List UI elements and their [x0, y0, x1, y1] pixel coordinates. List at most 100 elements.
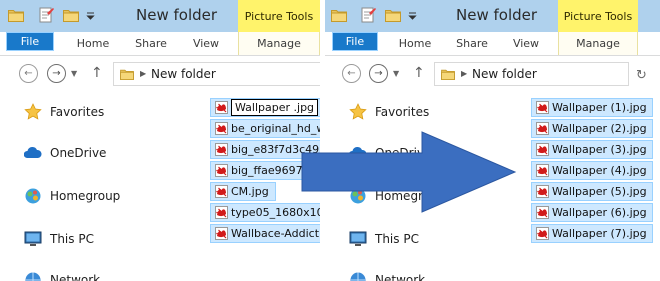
file-name: Wallpaper (1).jpg [552, 101, 647, 114]
recent-locations-icon[interactable]: ▼ [393, 69, 399, 78]
ribbon-tabs: File Home Share View Manage [325, 32, 660, 56]
breadcrumb-chevron-icon[interactable]: ▶ [140, 69, 146, 78]
tab-share[interactable]: Share [126, 32, 176, 55]
nav-label: Favorites [50, 105, 105, 119]
file-item[interactable]: Wallpaper (6).jpg [531, 203, 653, 222]
image-file-icon [536, 164, 549, 177]
navigation-pane: Favorites OneDrive Homegroup This PC Net… [325, 92, 530, 281]
window-title: New folder [456, 6, 538, 24]
file-name: Wallpaper (3).jpg [552, 143, 647, 156]
navigation-pane: Favorites OneDrive Homegroup This PC Net… [0, 92, 205, 281]
image-file-icon [536, 227, 549, 240]
window-title: New folder [136, 6, 218, 24]
address-bar[interactable]: ▶ New folder [113, 62, 320, 86]
tab-home[interactable]: Home [390, 32, 440, 55]
nav-item-onedrive[interactable]: OneDrive [24, 143, 106, 163]
recent-locations-icon[interactable]: ▼ [71, 69, 77, 78]
properties-icon[interactable] [360, 7, 376, 23]
nav-label: Network [50, 273, 101, 281]
image-file-icon [536, 101, 549, 114]
address-bar[interactable]: ▶ New folder [434, 62, 629, 86]
tab-manage[interactable]: Manage [238, 32, 320, 55]
tab-manage[interactable]: Manage [558, 32, 638, 55]
file-item[interactable]: CM.jpg [210, 182, 276, 201]
picture-tools-tab: Picture Tools [558, 0, 638, 32]
new-folder-icon[interactable] [385, 7, 401, 23]
back-button[interactable]: ← [342, 64, 361, 83]
explorer-window-before: New folder Picture Tools File Home Share… [0, 0, 320, 281]
nav-item-this-pc[interactable]: This PC [24, 229, 94, 249]
nav-label: OneDrive [375, 146, 432, 160]
new-folder-icon[interactable] [63, 7, 79, 23]
forward-button[interactable]: → [369, 64, 388, 83]
title-bar: New folder Picture Tools [325, 0, 660, 32]
title-bar: New folder Picture Tools [0, 0, 320, 32]
file-item[interactable]: Wallpaper (1).jpg [531, 98, 653, 117]
nav-label: OneDrive [50, 146, 107, 160]
homegroup-icon [25, 188, 41, 204]
nav-item-homegroup[interactable]: Homegroup [349, 186, 445, 206]
folder-icon [331, 7, 347, 23]
image-file-icon [215, 206, 228, 219]
tab-file[interactable]: File [332, 32, 378, 51]
tab-share[interactable]: Share [447, 32, 497, 55]
folder-icon [8, 7, 24, 23]
nav-item-onedrive[interactable]: OneDrive [349, 143, 431, 163]
nav-item-this-pc[interactable]: This PC [349, 229, 419, 249]
file-item[interactable]: Wallpaper (7).jpg [531, 224, 653, 243]
address-text: New folder [472, 67, 537, 81]
file-name: big_e83f7d3c4938 [231, 143, 320, 156]
rename-input[interactable]: Wallpaper .jpg [231, 99, 319, 116]
nav-item-favorites[interactable]: Favorites [24, 102, 104, 122]
folder-icon [441, 68, 455, 80]
file-item[interactable]: type05_1680x1050 [210, 203, 320, 222]
network-icon [25, 272, 41, 281]
file-item[interactable]: Wallpaper (2).jpg [531, 119, 653, 138]
file-item[interactable]: big_e83f7d3c4938 [210, 140, 320, 159]
file-item[interactable]: Wallpaper (5).jpg [531, 182, 653, 201]
nav-item-favorites[interactable]: Favorites [349, 102, 429, 122]
computer-icon [24, 231, 42, 246]
file-item[interactable]: Wallbace-Addict [210, 224, 320, 243]
properties-icon[interactable] [38, 7, 54, 23]
file-name: CM.jpg [231, 185, 269, 198]
nav-label: Homegroup [375, 189, 446, 203]
tab-home[interactable]: Home [68, 32, 118, 55]
star-icon [24, 103, 42, 120]
file-item[interactable]: big_ffae9697cb [210, 161, 320, 180]
file-name: Wallpaper (2).jpg [552, 122, 647, 135]
file-item[interactable]: Wallpaper .jpg [210, 98, 320, 117]
file-item[interactable]: Wallpaper (3).jpg [531, 140, 653, 159]
refresh-icon[interactable]: ↻ [636, 68, 647, 83]
file-item[interactable]: be_original_hd_w [210, 119, 320, 138]
nav-item-network[interactable]: Network [349, 270, 425, 281]
folder-icon [120, 68, 134, 80]
chevron-down-icon[interactable] [86, 7, 95, 23]
address-row: ← → ▼ ↑ ▶ New folder ↻ [325, 58, 660, 90]
file-name: Wallpaper (5).jpg [552, 185, 647, 198]
nav-item-network[interactable]: Network [24, 270, 100, 281]
cloud-icon [24, 146, 42, 158]
file-item[interactable]: Wallpaper (4).jpg [531, 161, 653, 180]
image-file-icon [215, 143, 228, 156]
file-name: be_original_hd_w [231, 122, 320, 135]
nav-label: Favorites [375, 105, 430, 119]
forward-button[interactable]: → [47, 64, 66, 83]
nav-label: This PC [375, 232, 419, 246]
tab-view[interactable]: View [503, 32, 549, 55]
arrow-right-icon: → [52, 67, 61, 79]
picture-tools-tab: Picture Tools [238, 0, 320, 32]
address-text: New folder [151, 67, 216, 81]
arrow-left-icon: ← [24, 67, 33, 79]
chevron-down-icon[interactable] [408, 7, 417, 23]
image-file-icon [215, 227, 228, 240]
breadcrumb-chevron-icon[interactable]: ▶ [461, 69, 467, 78]
up-button[interactable]: ↑ [413, 65, 425, 81]
tab-file[interactable]: File [6, 32, 54, 51]
image-file-icon [536, 143, 549, 156]
up-button[interactable]: ↑ [91, 65, 103, 81]
back-button[interactable]: ← [19, 64, 38, 83]
image-file-icon [536, 122, 549, 135]
tab-view[interactable]: View [183, 32, 229, 55]
nav-item-homegroup[interactable]: Homegroup [24, 186, 120, 206]
